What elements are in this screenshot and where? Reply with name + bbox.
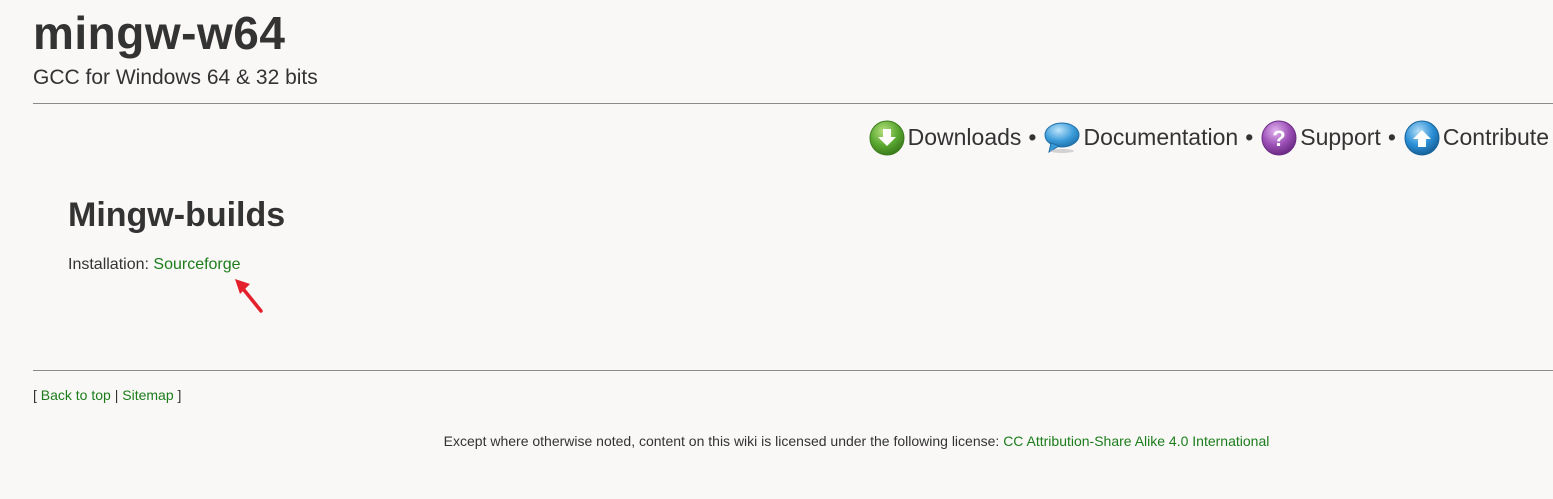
license-notice: Except where otherwise noted, content on… [0,433,1553,449]
red-arrow-annotation [235,279,263,313]
nav-documentation-label: Documentation [1083,123,1239,150]
back-to-top-link[interactable]: Back to top [41,387,111,403]
nav-contribute-link[interactable]: Contribute [1403,118,1549,156]
footer-divider-pipe: | [114,387,119,403]
footer-links: [ Back to top | Sitemap ] [33,387,181,403]
nav-support-link[interactable]: ? Support [1260,118,1381,156]
sitemap-link[interactable]: Sitemap [122,387,173,403]
nav-separator: • [1028,123,1037,150]
bracket-open: [ [33,387,37,403]
content-title: Mingw-builds [68,196,286,234]
page: mingw-w64 GCC for Windows 64 & 32 bits D… [0,0,1553,499]
license-link[interactable]: CC Attribution-Share Alike 4.0 Internati… [1003,433,1269,449]
nav-downloads-link[interactable]: Downloads [868,118,1022,156]
nav-documentation-link[interactable]: Documentation [1043,118,1238,156]
footer-divider [33,370,1553,371]
question-icon: ? [1261,120,1297,156]
nav-support-label: Support [1300,123,1381,150]
speech-bubble-icon [1044,122,1080,154]
upload-icon [1404,120,1440,156]
top-nav: Downloads • Documentation • ? Support • … [868,118,1549,156]
sourceforge-link[interactable]: Sourceforge [153,256,240,273]
nav-downloads-label: Downloads [907,123,1022,150]
svg-text:?: ? [1273,126,1286,151]
nav-separator: • [1387,123,1396,150]
header-divider [33,103,1553,104]
site-title[interactable]: mingw-w64 [33,6,285,60]
download-icon [869,120,905,156]
installation-label: Installation: [68,256,149,273]
installation-line: Installation: Sourceforge [68,256,241,274]
site-tagline: GCC for Windows 64 & 32 bits [33,66,318,89]
nav-separator: • [1245,123,1254,150]
license-text: Except where otherwise noted, content on… [443,433,1000,449]
bracket-close: ] [177,387,182,403]
nav-contribute-label: Contribute [1442,123,1549,150]
